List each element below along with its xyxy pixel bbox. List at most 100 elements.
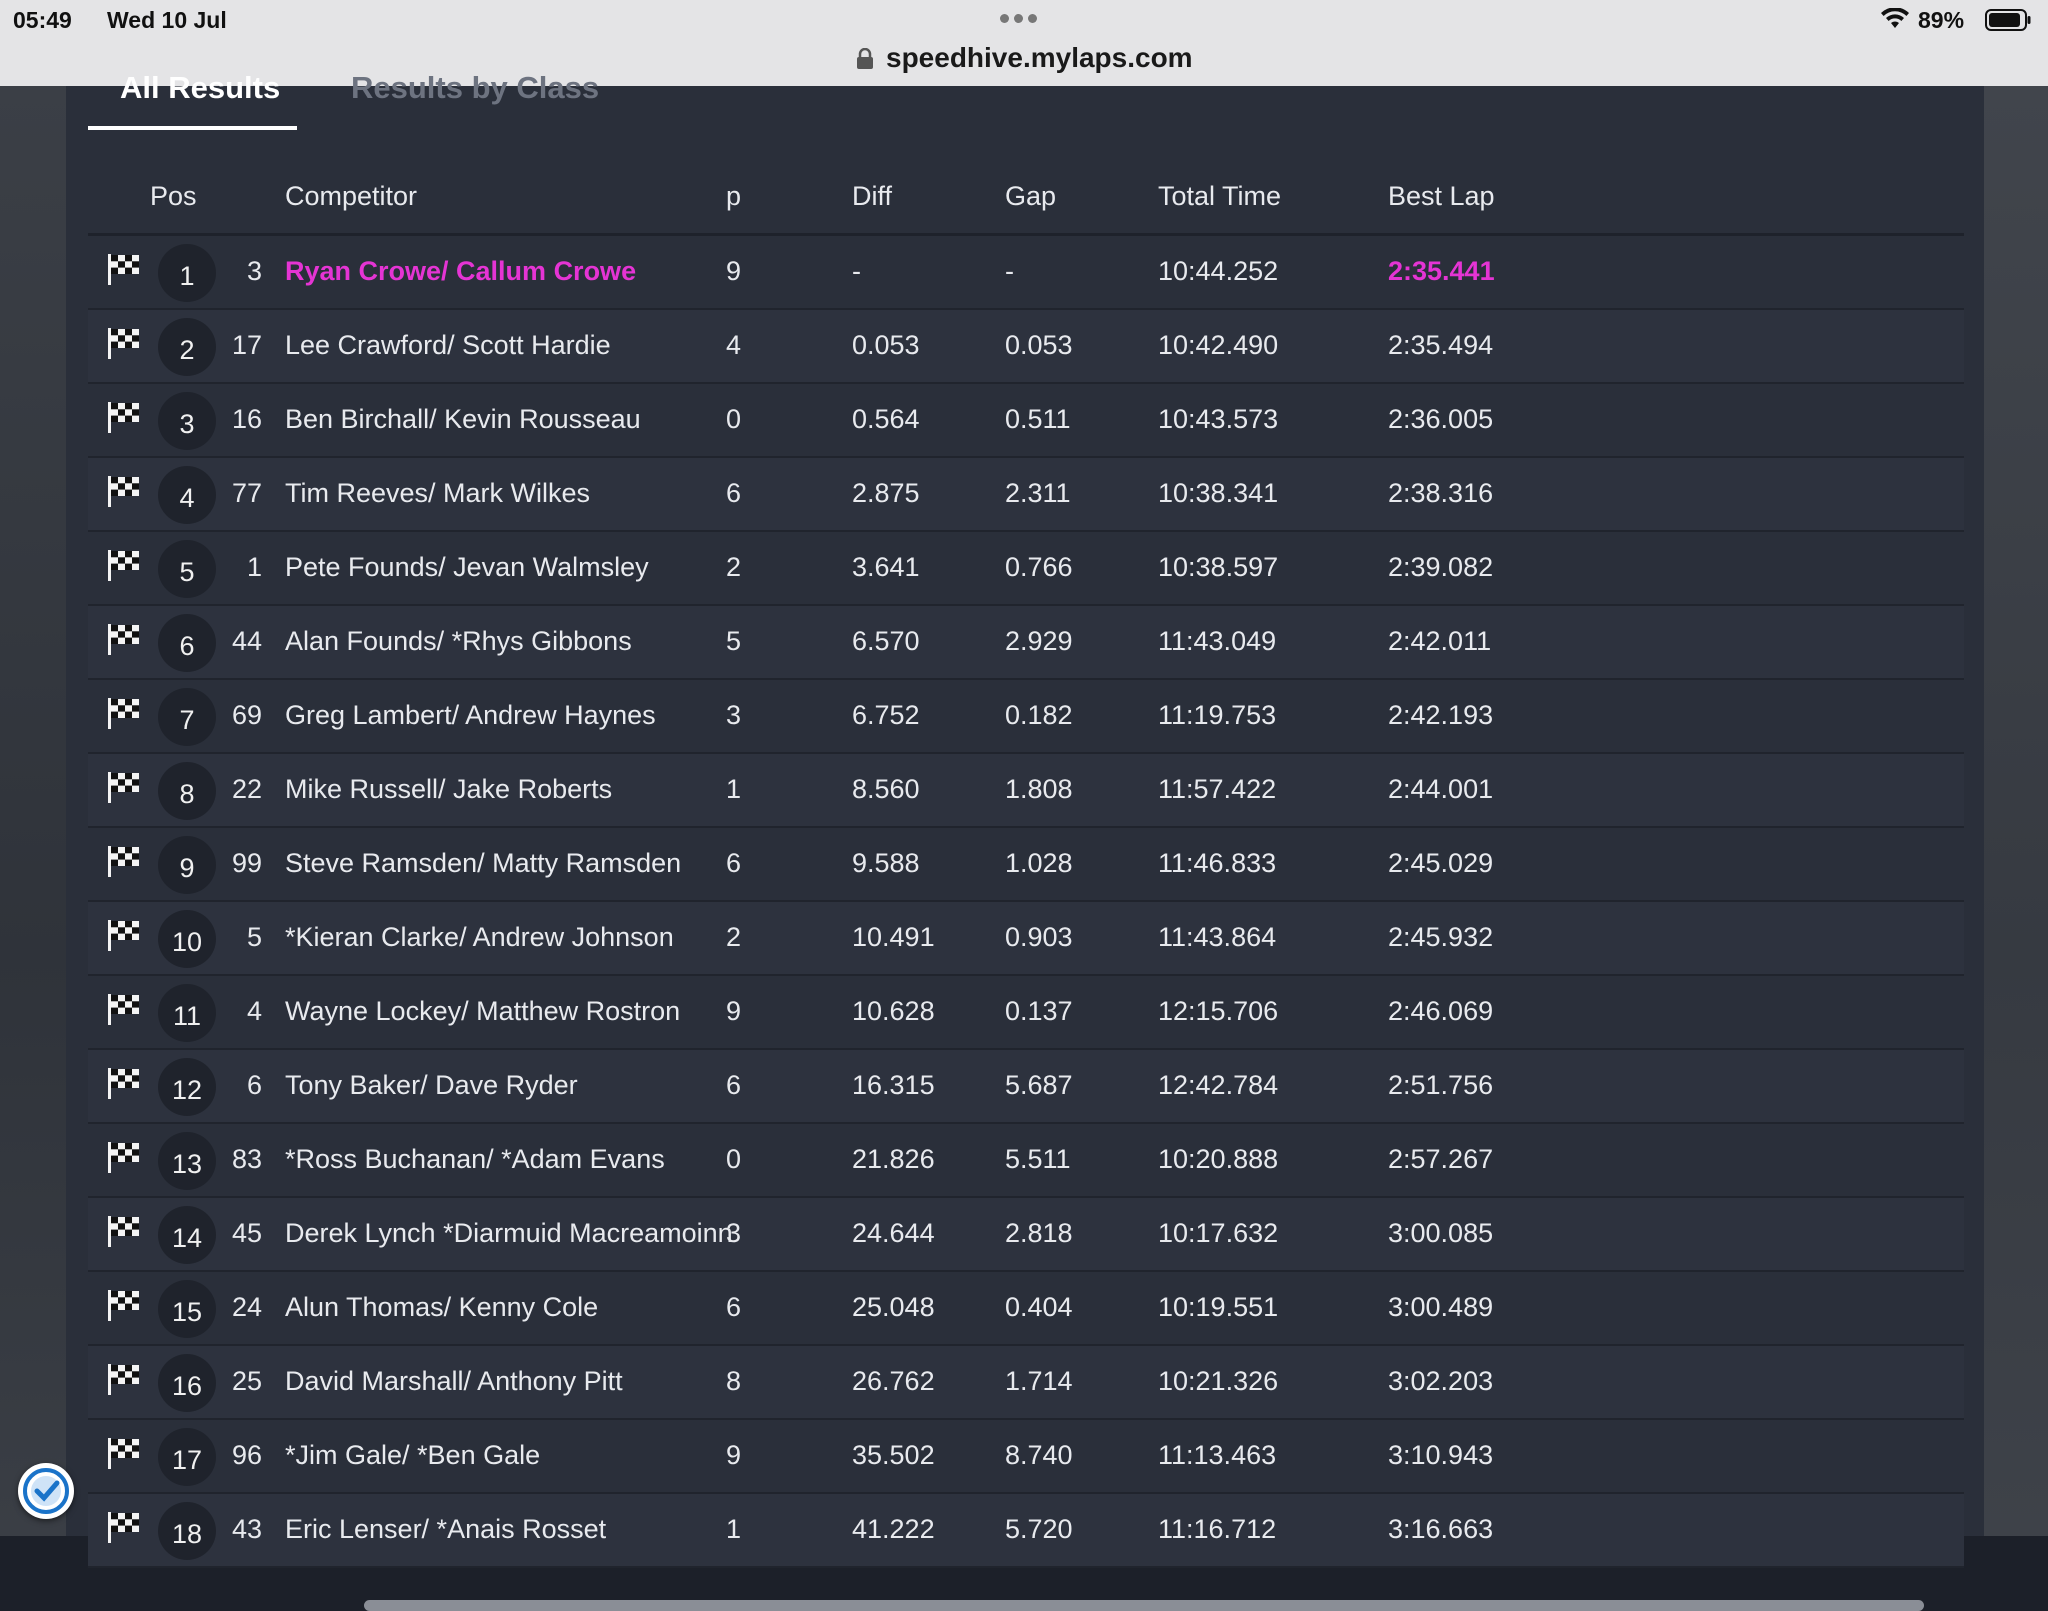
wifi-icon [1881,8,1909,28]
table-row[interactable]: 13 83 *Ross Buchanan/ *Adam Evans 0 21.826 5.… [88,1124,1964,1198]
table-row[interactable]: 12 6 Tony Baker/ Dave Ryder 6 16.315 5.687 12:… [88,1050,1964,1124]
header-competitor[interactable]: Competitor [285,181,417,212]
p-value: 9 [726,256,742,286]
table-row[interactable]: 14 45 Derek Lynch *Diarmuid Macreamoinn 3 24… [88,1198,1964,1272]
competitor-name[interactable]: Derek Lynch *Diarmuid Macreamoinn [285,1218,733,1249]
header-total-time[interactable]: Total Time [1158,181,1281,212]
checkered-flag-icon [106,1140,142,1174]
competitor-name[interactable]: Greg Lambert/ Andrew Haynes [285,700,656,731]
checkered-flag-icon [106,844,142,878]
p-value: 2 [726,552,742,582]
table-row[interactable]: 6 44 Alan Founds/ *Rhys Gibbons 5 6.570 2.929… [88,606,1964,680]
best-lap-value: 2:35.494 [1388,330,1494,360]
status-time: 05:49 [13,7,72,33]
table-row[interactable]: 15 24 Alun Thomas/ Kenny Cole 6 25.048 0.404 1… [88,1272,1964,1346]
best-lap-value: 2:35.441 [1388,256,1495,286]
table-row[interactable]: 18 43 Eric Lenser/ *Anais Rosset 1 41.222 5.7… [88,1494,1964,1568]
header-diff[interactable]: Diff [852,181,892,212]
table-row[interactable]: 16 25 David Marshall/ Anthony Pitt 8 26.762 1… [88,1346,1964,1420]
checkered-flag-icon [106,770,142,804]
gap-value: 0.766 [1005,552,1073,582]
p-value: 1 [726,774,742,804]
competitor-name[interactable]: Alun Thomas/ Kenny Cole [285,1292,598,1323]
car-number: 6 [246,1070,262,1100]
table-row[interactable]: 7 69 Greg Lambert/ Andrew Haynes 3 6.752 0.18… [88,680,1964,754]
gap-value: 5.720 [1005,1514,1073,1544]
diff-value: 3.641 [852,552,920,582]
best-lap-value: 2:36.005 [1388,404,1494,434]
multitasking-dots-icon[interactable] [1000,10,1048,23]
gap-value: - [1005,256,1014,286]
best-lap-value: 3:00.085 [1388,1218,1494,1248]
table-row[interactable]: 5 1 Pete Founds/ Jevan Walmsley 2 3.641 0.766… [88,532,1964,606]
table-row[interactable]: 11 4 Wayne Lockey/ Matthew Rostron 9 10.628 0… [88,976,1964,1050]
competitor-name[interactable]: Eric Lenser/ *Anais Rosset [285,1514,606,1545]
gap-value: 2.311 [1005,478,1071,508]
competitor-name[interactable]: Tim Reeves/ Mark Wilkes [285,478,590,509]
position-badge: 6 [158,614,216,672]
tab-all-results[interactable]: All Results [120,70,280,106]
position-badge: 18 [158,1502,216,1560]
competitor-name[interactable]: Ryan Crowe/ Callum Crowe [285,256,636,287]
table-row[interactable]: 8 22 Mike Russell/ Jake Roberts 1 8.560 1.808… [88,754,1964,828]
competitor-name[interactable]: Wayne Lockey/ Matthew Rostron [285,996,680,1027]
competitor-name[interactable]: Alan Founds/ *Rhys Gibbons [285,626,632,657]
competitor-name[interactable]: *Kieran Clarke/ Andrew Johnson [285,922,674,953]
header-pos[interactable]: Pos [150,181,197,212]
total-time-value: 10:21.326 [1158,1366,1279,1396]
position-badge: 1 [158,244,216,302]
p-value: 6 [726,848,742,878]
results-tabs: All Results Results by Class [88,70,1978,132]
gap-value: 2.929 [1005,626,1073,656]
competitor-name[interactable]: Tony Baker/ Dave Ryder [285,1070,578,1101]
table-row[interactable]: 10 5 *Kieran Clarke/ Andrew Johnson 2 10.491… [88,902,1964,976]
competitor-name[interactable]: Pete Founds/ Jevan Walmsley [285,552,649,583]
competitor-name[interactable]: Steve Ramsden/ Matty Ramsden [285,848,681,879]
diff-value: 2.875 [852,478,920,508]
table-row[interactable]: 3 16 Ben Birchall/ Kevin Rousseau 0 0.564 0.5… [88,384,1964,458]
competitor-name[interactable]: *Ross Buchanan/ *Adam Evans [285,1144,665,1175]
header-p[interactable]: p [726,181,741,212]
total-time-value: 11:46.833 [1158,848,1277,878]
table-row[interactable]: 4 77 Tim Reeves/ Mark Wilkes 6 2.875 2.311 10:… [88,458,1964,532]
gap-value: 0.182 [1005,700,1073,730]
position-badge: 17 [158,1428,216,1486]
position-badge: 9 [158,836,216,894]
horizontal-scrollbar[interactable] [364,1600,1924,1611]
gap-value: 0.511 [1005,404,1071,434]
url-text: speedhive.mylaps.com [886,42,1193,73]
position-badge: 14 [158,1206,216,1264]
best-lap-value: 2:42.193 [1388,700,1494,730]
total-time-value: 11:43.049 [1158,626,1277,656]
header-gap[interactable]: Gap [1005,181,1056,212]
competitor-name[interactable]: Lee Crawford/ Scott Hardie [285,330,611,361]
p-value: 4 [726,330,742,360]
gap-value: 1.714 [1005,1366,1073,1396]
table-row[interactable]: 2 17 Lee Crawford/ Scott Hardie 4 0.053 0.053… [88,310,1964,384]
best-lap-value: 3:10.943 [1388,1440,1494,1470]
table-row[interactable]: 17 96 *Jim Gale/ *Ben Gale 9 35.502 8.740 11:1… [88,1420,1964,1494]
gap-value: 1.808 [1005,774,1073,804]
verified-badge-button[interactable] [18,1463,74,1519]
checkered-flag-icon [106,252,142,286]
best-lap-value: 2:51.756 [1388,1070,1494,1100]
diff-value: 10.628 [852,996,935,1026]
competitor-name[interactable]: Ben Birchall/ Kevin Rousseau [285,404,641,435]
diff-value: 6.752 [852,700,920,730]
background-right [1984,86,2048,1536]
total-time-value: 10:17.632 [1158,1218,1279,1248]
competitor-name[interactable]: Mike Russell/ Jake Roberts [285,774,612,805]
tab-results-by-class[interactable]: Results by Class [351,70,599,106]
header-best-lap[interactable]: Best Lap [1388,181,1495,212]
p-value: 9 [726,1440,742,1470]
competitor-name[interactable]: David Marshall/ Anthony Pitt [285,1366,623,1397]
best-lap-value: 2:39.082 [1388,552,1494,582]
total-time-value: 10:19.551 [1158,1292,1279,1322]
table-row[interactable]: 9 99 Steve Ramsden/ Matty Ramsden 6 9.588 1.0… [88,828,1964,902]
diff-value: 6.570 [852,626,920,656]
gap-value: 0.053 [1005,330,1073,360]
diff-value: 16.315 [852,1070,935,1100]
position-badge: 8 [158,762,216,820]
competitor-name[interactable]: *Jim Gale/ *Ben Gale [285,1440,540,1471]
table-row[interactable]: 1 3 Ryan Crowe/ Callum Crowe 9 - - 10:44.252 2:… [88,236,1964,310]
